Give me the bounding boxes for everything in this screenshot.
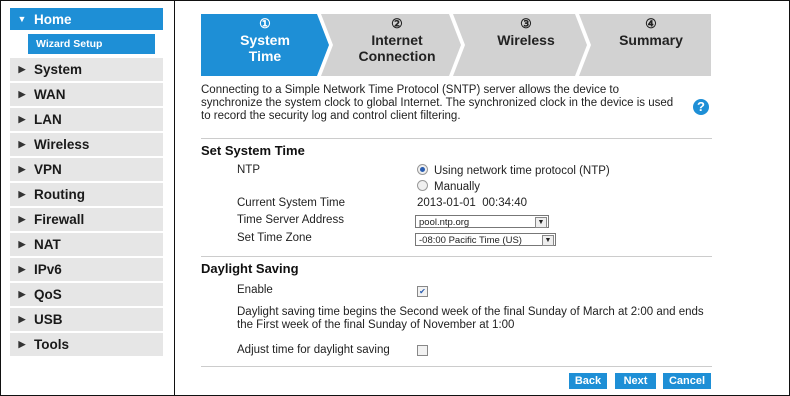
sidebar-item-wireless[interactable]: ▶ Wireless [10,133,163,156]
wizard-step-wireless[interactable]: ③ Wireless [453,14,587,76]
sidebar-item-label: NAT [34,237,61,252]
sidebar-item-routing[interactable]: ▶ Routing [10,183,163,206]
daylight-enable-checkbox-wrap: ✔ [417,285,428,297]
daylight-enable-label: Enable [237,284,273,296]
sidebar-item-firewall[interactable]: ▶ Firewall [10,208,163,231]
step-label-line2: Connection [358,48,436,64]
sidebar-item-ipv6[interactable]: ▶ IPv6 [10,258,163,281]
chevron-right-icon: ▶ [18,114,26,124]
daylight-adjust-checkbox-wrap [417,345,428,359]
page-description: Connecting to a Simple Network Time Prot… [201,84,674,122]
sidebar-item-usb[interactable]: ▶ USB [10,308,163,331]
manual-option-label: Manually [434,181,481,193]
dropdown-arrow-icon: ▼ [535,217,547,228]
chevron-right-icon: ▶ [18,314,26,324]
back-button[interactable]: Back [569,373,607,389]
sidebar-item-system[interactable]: ▶ System [10,58,163,81]
step-number: ① [259,16,271,31]
ntp-label: NTP [237,164,260,176]
wizard-buttons: Back Next Cancel [201,373,711,389]
chevron-right-icon: ▶ [18,289,26,299]
radio-selected-icon[interactable] [417,164,428,175]
chevron-right-icon: ▶ [18,164,26,174]
daylight-enable-checkbox[interactable]: ✔ [417,286,428,297]
step-label-line1: Internet [371,32,423,48]
sidebar-item-label: WAN [34,87,66,102]
sidebar-item-label: Routing [34,187,85,202]
daylight-note: Daylight saving time begins the Second w… [237,306,704,331]
sidebar-item-label: System [34,62,83,77]
section-title-daylight-saving: Daylight Saving [201,256,712,277]
time-server-value: pool.ntp.org [419,217,470,228]
radio-unselected-icon[interactable] [417,180,428,191]
sidebar-item-label: USB [34,312,63,327]
sidebar: ▼ Home Wizard Setup ▶ System ▶ WAN ▶ LAN ▶ W… [10,8,163,358]
chevron-right-icon: ▶ [18,189,26,199]
wizard-step-internet-connection[interactable]: ② Internet Connection [321,14,461,76]
wizard-step-system-time[interactable]: ① System Time [201,14,329,76]
time-zone-label: Set Time Zone [237,232,312,244]
step-number: ④ [645,16,657,31]
step-label-line1: System [240,32,290,48]
sidebar-item-label: VPN [34,162,62,177]
current-time-label: Current System Time [237,197,345,209]
section-title-set-system-time: Set System Time [201,138,712,159]
sidebar-item-label: Home [34,11,72,27]
sidebar-item-home[interactable]: ▼ Home [10,8,163,30]
sidebar-item-label: QoS [34,287,62,302]
time-zone-select[interactable]: -08:00 Pacific Time (US) ▼ [415,233,556,246]
sidebar-item-qos[interactable]: ▶ QoS [10,283,163,306]
next-button[interactable]: Next [615,373,656,389]
wizard-step-summary[interactable]: ④ Summary [579,14,711,76]
step-label-line1: Summary [619,32,683,48]
main-content: Connecting to a Simple Network Time Prot… [201,84,712,356]
wizard-steps: ① System Time ② Internet Connection ③ Wireles… [201,14,711,76]
sidebar-item-label: Tools [34,337,69,352]
manual-radio-option[interactable]: Manually [417,180,480,193]
dropdown-arrow-icon: ▼ [542,235,554,246]
cancel-button[interactable]: Cancel [663,373,711,389]
chevron-right-icon: ▶ [18,239,26,249]
sidebar-item-lan[interactable]: ▶ LAN [10,108,163,131]
help-icon[interactable]: ? [693,99,709,115]
chevron-right-icon: ▶ [18,64,26,74]
current-time-value: 2013-01-01 00:34:40 [417,197,527,209]
sidebar-subitem-wizard-setup[interactable]: Wizard Setup [28,34,155,54]
sidebar-item-label: IPv6 [34,262,62,277]
step-number: ② [391,16,403,31]
chevron-right-icon: ▶ [18,264,26,274]
step-label-line1: Wireless [497,32,555,48]
sidebar-item-nat[interactable]: ▶ NAT [10,233,163,256]
time-server-select[interactable]: pool.ntp.org ▼ [415,215,549,228]
chevron-right-icon: ▶ [18,214,26,224]
time-zone-value: -08:00 Pacific Time (US) [419,235,522,246]
sidebar-item-tools[interactable]: ▶ Tools [10,333,163,356]
ntp-option-label: Using network time protocol (NTP) [434,165,610,177]
chevron-right-icon: ▶ [18,339,26,349]
sidebar-item-label: Wireless [34,137,90,152]
chevron-right-icon: ▶ [18,139,26,149]
step-label-line2: Time [248,48,282,64]
daylight-adjust-label: Adjust time for daylight saving [237,344,390,356]
sidebar-item-label: Firewall [34,212,85,227]
footer-divider [201,366,712,367]
sidebar-item-label: LAN [34,112,62,127]
ntp-radio-option[interactable]: Using network time protocol (NTP) [417,164,610,177]
sidebar-item-wan[interactable]: ▶ WAN [10,83,163,106]
time-server-label: Time Server Address [237,214,344,226]
daylight-adjust-checkbox[interactable] [417,345,428,356]
chevron-right-icon: ▶ [18,89,26,99]
sidebar-divider [174,0,175,396]
sidebar-item-vpn[interactable]: ▶ VPN [10,158,163,181]
step-number: ③ [520,16,532,31]
chevron-down-icon: ▼ [17,14,27,24]
